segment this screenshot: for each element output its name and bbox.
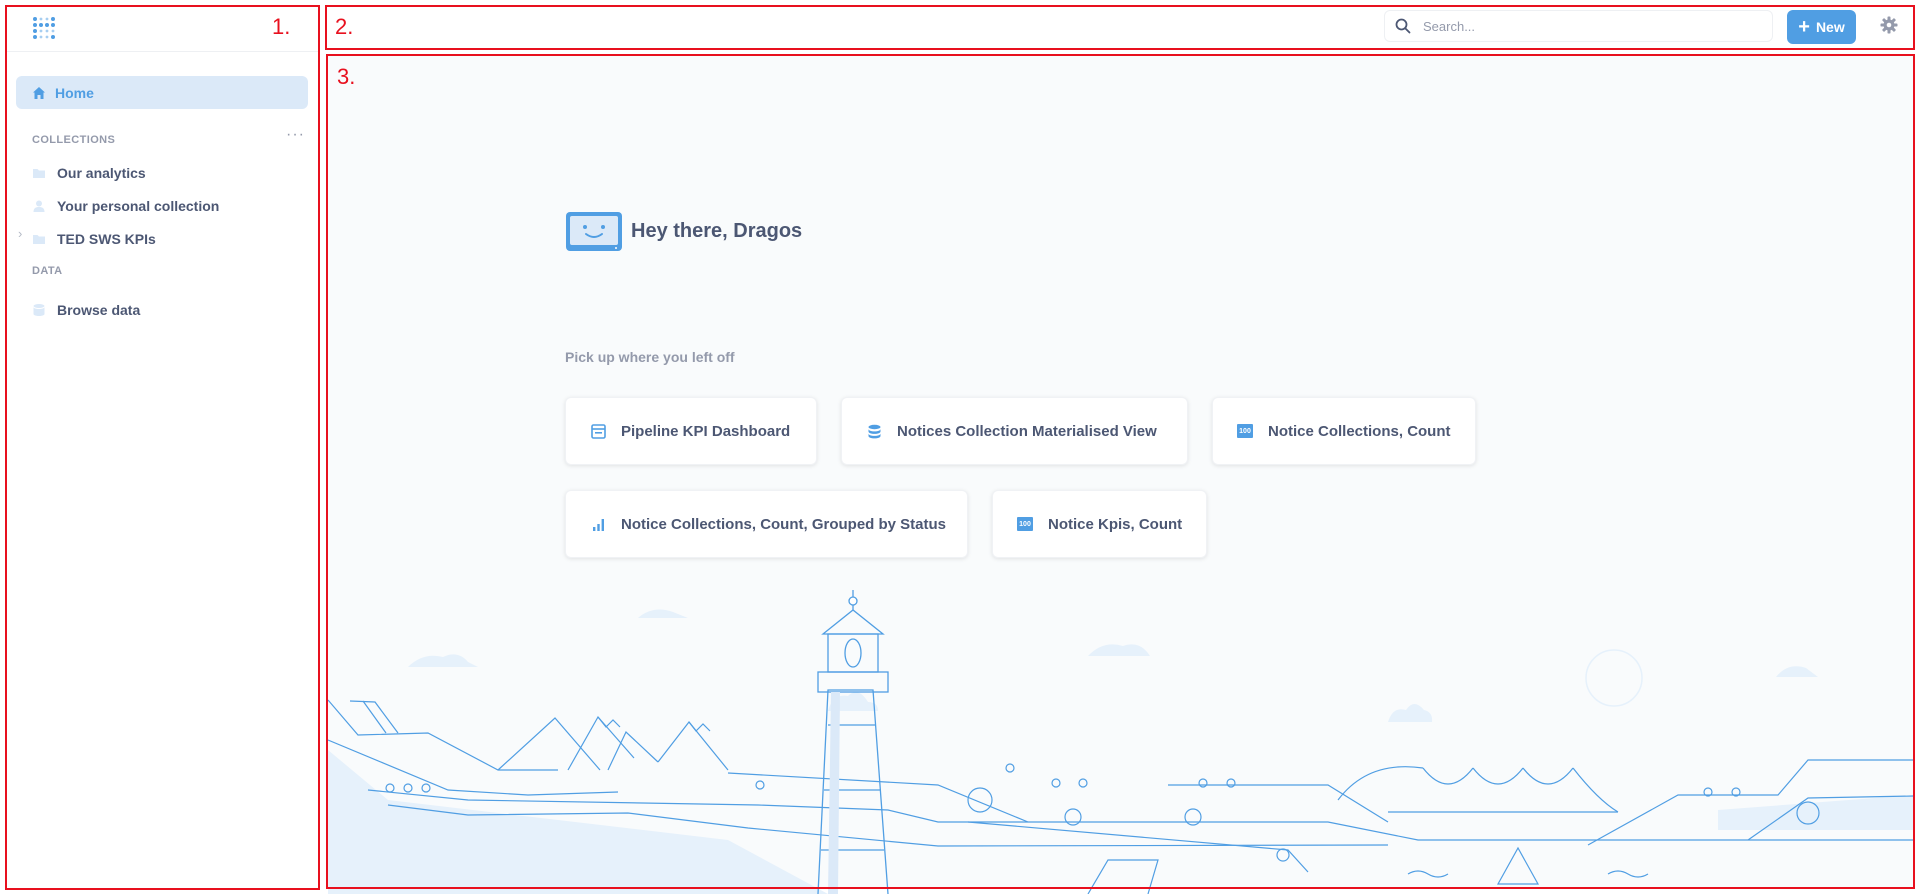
number-badge: 100 [1017,517,1033,531]
greeting-title: Hey there, Dragos [631,220,803,242]
sidebar-divider [7,51,318,52]
bar-chart-icon [590,516,606,532]
sidebar-item-home[interactable]: Home [16,76,308,109]
recent-item-card[interactable]: 100 Notice Collections, Count [1212,397,1476,465]
sidebar-item-label: Our analytics [57,165,146,181]
sidebar: Home COLLECTIONS ··· Our analytics Your … [7,7,318,887]
plus-icon: + [1798,16,1810,38]
annotation-label: 1. [272,14,291,39]
gear-icon[interactable] [1879,15,1899,35]
annotation-label: 2. [335,14,354,39]
search-bar[interactable] [1384,10,1773,42]
sidebar-item-personal-collection[interactable]: Your personal collection [27,191,307,221]
recent-item-label: Notices Collection Materialised View [897,422,1157,440]
sidebar-item-label: TED SWS KPIs [57,231,156,247]
data-section-title: DATA [32,265,63,277]
dashboard-icon [590,423,606,439]
search-icon [1395,18,1411,34]
sidebar-item-ted-sws-kpis[interactable]: TED SWS KPIs [27,224,307,254]
metabase-logo[interactable] [31,15,59,43]
chevron-right-icon[interactable]: › [18,226,22,241]
recent-item-label: Notice Kpis, Count [1048,515,1183,533]
collections-section-title: COLLECTIONS [32,134,116,146]
sidebar-item-label: Home [55,84,94,101]
sidebar-item-label: Your personal collection [57,198,220,214]
home-icon [33,86,45,99]
search-input[interactable] [1421,17,1745,35]
database-icon [866,423,882,439]
new-button[interactable]: + New [1787,10,1856,44]
landscape-illustration [328,590,1914,894]
recent-item-card[interactable]: 100 Notice Kpis, Count [992,490,1207,558]
collections-more-button[interactable]: ··· [286,126,305,144]
person-icon [32,199,46,213]
sidebar-item-browse-data[interactable]: Browse data [27,295,307,325]
new-button-label: New [1815,19,1845,35]
recent-item-label: Pipeline KPI Dashboard [621,422,791,440]
recent-item-label: Notice Collections, Count, Grouped by St… [621,515,947,533]
recent-item-card[interactable]: Pipeline KPI Dashboard [565,397,817,465]
recent-item-card[interactable]: Notices Collection Materialised View [841,397,1188,465]
number-badge: 100 [1237,424,1253,438]
database-icon [32,303,46,317]
robot-face-icon [565,211,623,252]
recent-item-card[interactable]: Notice Collections, Count, Grouped by St… [565,490,968,558]
number-icon: 100 [1017,516,1033,532]
folder-icon [32,166,46,180]
annotation-label: 3. [337,64,356,89]
sidebar-item-our-analytics[interactable]: Our analytics [27,158,307,188]
recent-item-label: Notice Collections, Count [1268,422,1451,440]
number-icon: 100 [1237,423,1253,439]
folder-icon [32,232,46,246]
sidebar-item-label: Browse data [57,302,141,318]
recent-section-title: Pick up where you left off [565,349,735,365]
